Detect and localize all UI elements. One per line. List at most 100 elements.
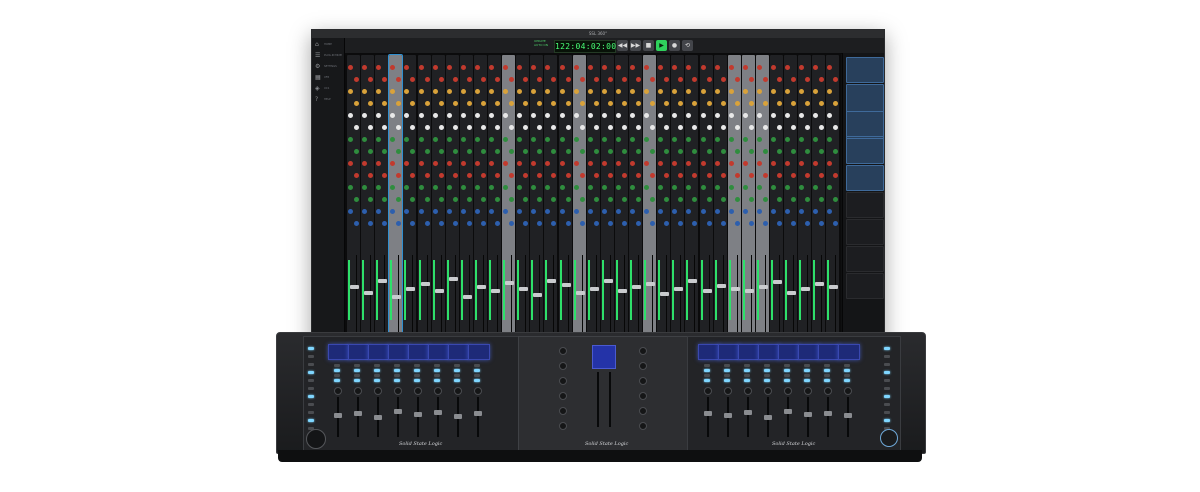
knob[interactable] — [390, 113, 396, 118]
knob[interactable] — [615, 113, 621, 118]
knob[interactable] — [480, 197, 486, 202]
knob[interactable] — [805, 149, 811, 154]
channel-button[interactable] — [414, 374, 420, 377]
knob[interactable] — [489, 161, 494, 166]
knob[interactable] — [545, 113, 551, 118]
knob[interactable] — [644, 209, 650, 214]
fader[interactable] — [476, 284, 486, 289]
channel-strip[interactable] — [558, 55, 572, 346]
knob[interactable] — [771, 113, 776, 118]
side-button[interactable] — [308, 387, 314, 390]
knob[interactable] — [551, 173, 557, 178]
channel-button[interactable] — [804, 369, 810, 372]
knob[interactable] — [489, 209, 494, 214]
knob[interactable] — [658, 89, 664, 94]
knob[interactable] — [728, 185, 734, 190]
knob[interactable] — [664, 221, 670, 226]
knob[interactable] — [474, 113, 480, 118]
knob[interactable] — [742, 89, 748, 94]
knob[interactable] — [819, 125, 825, 130]
knob[interactable] — [720, 77, 726, 82]
knob[interactable] — [664, 125, 670, 130]
knob[interactable] — [404, 89, 410, 94]
knob[interactable] — [390, 137, 396, 142]
knob[interactable] — [579, 125, 585, 130]
knob[interactable] — [410, 101, 416, 106]
knob[interactable] — [446, 65, 452, 70]
knob[interactable] — [771, 185, 776, 190]
knob[interactable] — [565, 149, 571, 154]
fader[interactable] — [434, 288, 444, 293]
side-button[interactable] — [884, 347, 890, 350]
knob[interactable] — [827, 89, 833, 94]
knob[interactable] — [418, 89, 424, 94]
knob[interactable] — [368, 77, 374, 82]
knob[interactable] — [615, 161, 621, 166]
fader[interactable] — [392, 295, 402, 299]
knob[interactable] — [833, 173, 839, 178]
knob[interactable] — [813, 89, 819, 94]
knob[interactable] — [565, 125, 571, 130]
knob[interactable] — [495, 173, 500, 178]
knob[interactable] — [376, 137, 382, 142]
play-button[interactable]: ▶ — [656, 40, 667, 51]
knob[interactable] — [644, 113, 650, 118]
knob[interactable] — [777, 101, 782, 106]
channel-knob[interactable] — [394, 387, 402, 395]
knob[interactable] — [432, 113, 438, 118]
knob[interactable] — [827, 65, 833, 70]
knob[interactable] — [354, 149, 359, 154]
knob[interactable] — [686, 161, 692, 166]
knob[interactable] — [474, 209, 480, 214]
channel-strip[interactable] — [784, 55, 798, 346]
fader[interactable] — [716, 283, 726, 288]
knob[interactable] — [376, 89, 382, 94]
fader[interactable] — [632, 285, 641, 290]
knob[interactable] — [785, 113, 791, 118]
knob[interactable] — [362, 89, 368, 94]
fader[interactable] — [829, 285, 839, 290]
uc1-icon[interactable]: ◈ — [315, 86, 321, 92]
knob[interactable] — [503, 185, 509, 190]
knob[interactable] — [742, 137, 748, 142]
knob[interactable] — [700, 113, 706, 118]
knob[interactable] — [650, 173, 656, 178]
knob[interactable] — [650, 149, 656, 154]
channel-button[interactable] — [374, 379, 380, 382]
knob[interactable] — [714, 209, 720, 214]
knob[interactable] — [523, 125, 529, 130]
channel-button[interactable] — [454, 369, 460, 372]
hardware-fader[interactable] — [824, 411, 832, 416]
knob[interactable] — [819, 101, 825, 106]
knob[interactable] — [348, 89, 353, 94]
knob[interactable] — [678, 77, 684, 82]
knob[interactable] — [686, 137, 692, 142]
knob[interactable] — [799, 185, 805, 190]
channel-strip[interactable] — [671, 55, 685, 346]
channel-button[interactable] — [374, 374, 380, 377]
knob[interactable] — [579, 173, 585, 178]
knob[interactable] — [354, 197, 359, 202]
knob[interactable] — [396, 221, 402, 226]
knob[interactable] — [700, 65, 706, 70]
knob[interactable] — [742, 185, 748, 190]
knob[interactable] — [630, 185, 635, 190]
knob[interactable] — [368, 173, 374, 178]
knob[interactable] — [382, 149, 388, 154]
knob[interactable] — [438, 149, 444, 154]
knob[interactable] — [799, 161, 805, 166]
knob[interactable] — [517, 89, 523, 94]
knob[interactable] — [700, 161, 706, 166]
knob[interactable] — [593, 197, 599, 202]
channel-strip[interactable] — [685, 55, 699, 346]
knob[interactable] — [728, 161, 734, 166]
channel-button[interactable] — [724, 374, 730, 377]
knob[interactable] — [362, 161, 368, 166]
knob[interactable] — [734, 173, 740, 178]
knob[interactable] — [573, 89, 579, 94]
knob[interactable] — [644, 137, 650, 142]
knob[interactable] — [509, 77, 515, 82]
knob[interactable] — [432, 185, 438, 190]
knob[interactable] — [432, 89, 438, 94]
knob[interactable] — [396, 125, 402, 130]
